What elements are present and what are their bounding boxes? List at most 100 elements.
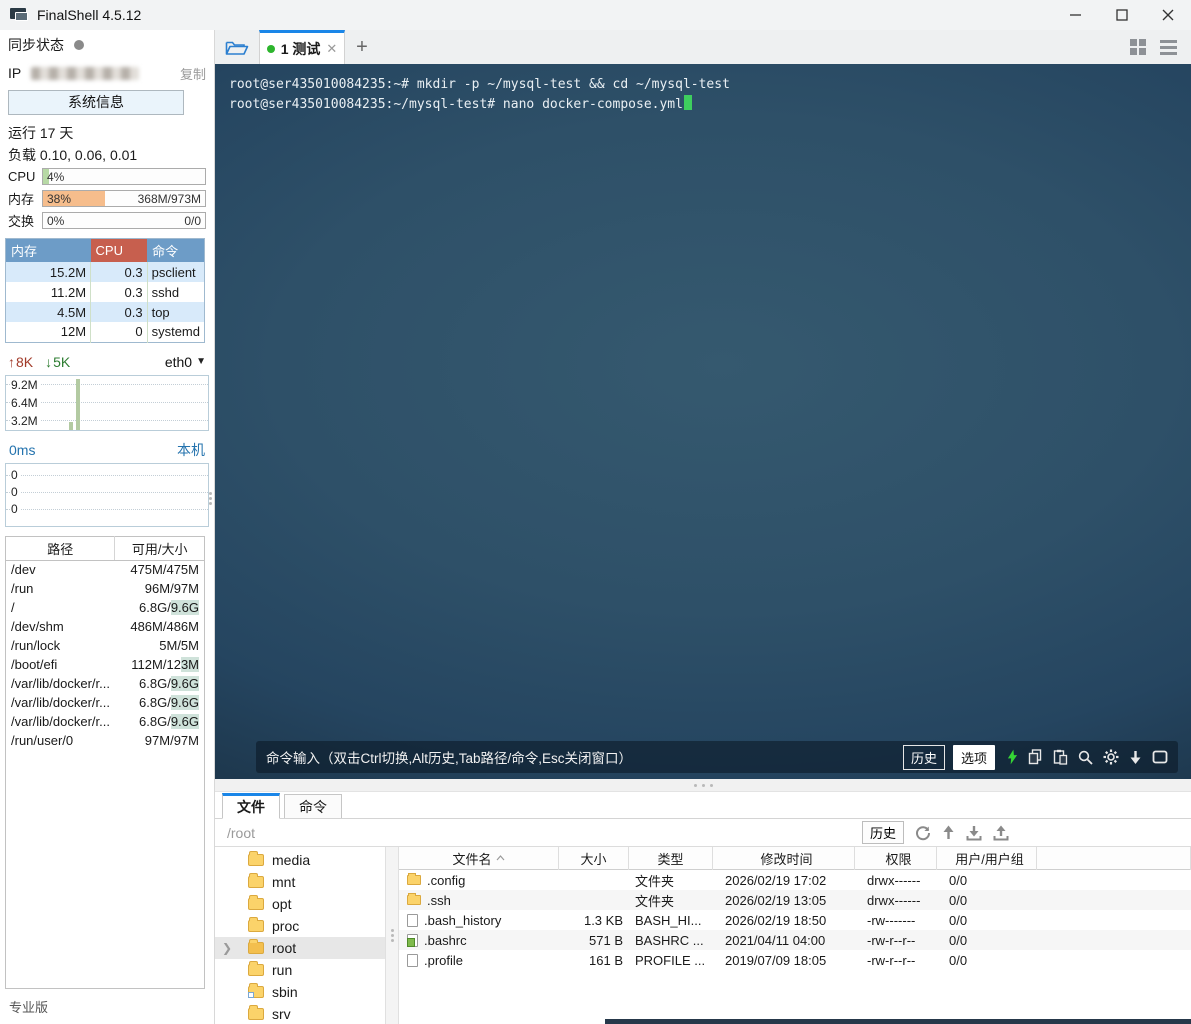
minimize-button[interactable] bbox=[1053, 0, 1099, 30]
command-input-bar[interactable]: 命令输入（双击Ctrl切换,Alt历史,Tab路径/命令,Esc关闭窗口） 历史… bbox=[256, 741, 1178, 773]
options-button[interactable]: 选项 bbox=[953, 745, 995, 770]
disk-row[interactable]: /6.8G/9.6G bbox=[6, 598, 205, 617]
window-mode-icon[interactable] bbox=[1152, 750, 1168, 764]
open-connections-button[interactable] bbox=[215, 30, 259, 64]
file-row-config[interactable]: .config 文件夹 2026/02/19 17:02 drwx------ … bbox=[399, 870, 1191, 890]
directory-tree: media mnt opt proc ❯root run sbin srv bbox=[215, 847, 385, 1024]
col-size[interactable]: 大小 bbox=[559, 847, 629, 870]
close-button[interactable] bbox=[1145, 0, 1191, 30]
parent-directory-icon[interactable] bbox=[942, 825, 955, 841]
copy-ip-button[interactable]: 复制 bbox=[180, 64, 206, 83]
process-row[interactable]: 11.2M0.3sshd bbox=[6, 282, 205, 302]
disk-row[interactable]: /run/lock5M/5M bbox=[6, 636, 205, 655]
chevron-right-icon[interactable]: ❯ bbox=[222, 941, 232, 955]
copy-icon[interactable] bbox=[1028, 749, 1043, 765]
ping-host[interactable]: 本机 bbox=[177, 440, 205, 460]
file-icon bbox=[407, 954, 418, 967]
tab-session-1[interactable]: 1 测试 ✕ bbox=[259, 30, 345, 64]
col-mtime[interactable]: 修改时间 bbox=[713, 847, 855, 870]
disk-row[interactable]: /boot/efi112M/123M bbox=[6, 655, 205, 674]
tree-item-proc[interactable]: proc bbox=[215, 915, 385, 937]
disk-row[interactable]: /run/user/097M/97M bbox=[6, 731, 205, 750]
tree-table-splitter-handle[interactable] bbox=[385, 847, 399, 1024]
process-row[interactable]: 4.5M0.3top bbox=[6, 302, 205, 322]
search-icon[interactable] bbox=[1078, 750, 1093, 765]
file-row-bashrc[interactable]: .bashrc 571 B BASHRC ... 2021/04/11 04:0… bbox=[399, 930, 1191, 950]
download-icon[interactable] bbox=[966, 825, 982, 841]
file-path-bar: /root 历史 bbox=[215, 819, 1191, 847]
load-average-text: 负载 0.10, 0.06, 0.01 bbox=[8, 145, 137, 165]
terminal-output: root@ser435010084235:~# mkdir -p ~/mysql… bbox=[229, 75, 730, 115]
chevron-down-icon[interactable]: ▼ bbox=[196, 356, 206, 367]
file-row-ssh[interactable]: .ssh 文件夹 2026/02/19 13:05 drwx------ 0/0 bbox=[399, 890, 1191, 910]
disk-row[interactable]: /run96M/97M bbox=[6, 579, 205, 598]
col-filename[interactable]: 文件名 bbox=[399, 847, 559, 870]
tree-item-opt[interactable]: opt bbox=[215, 893, 385, 915]
folder-icon bbox=[248, 964, 264, 976]
quick-command-icon[interactable] bbox=[1007, 749, 1018, 765]
file-table-header: 文件名 大小 类型 修改时间 权限 用户/用户组 bbox=[399, 847, 1191, 870]
system-info-button[interactable]: 系统信息 bbox=[8, 90, 184, 115]
ping-chart: 0 0 0 bbox=[5, 463, 209, 527]
ping-latency: 0ms bbox=[9, 442, 35, 458]
memory-meter: 内存 38% 368M/973M bbox=[0, 187, 214, 209]
refresh-icon[interactable] bbox=[915, 825, 931, 841]
ip-value-redacted bbox=[31, 67, 139, 80]
disk-row[interactable]: /dev475M/475M bbox=[6, 560, 205, 579]
paste-icon[interactable] bbox=[1053, 749, 1068, 765]
tree-item-sbin[interactable]: sbin bbox=[215, 981, 385, 1003]
file-row-profile[interactable]: .profile 161 B PROFILE ... 2019/07/09 18… bbox=[399, 950, 1191, 970]
disk-row[interactable]: /dev/shm486M/486M bbox=[6, 617, 205, 636]
tree-item-srv[interactable]: srv bbox=[215, 1003, 385, 1024]
folder-icon bbox=[248, 898, 264, 910]
app-icon bbox=[10, 8, 28, 22]
file-row-bash-history[interactable]: .bash_history 1.3 KB BASH_HI... 2026/02/… bbox=[399, 910, 1191, 930]
col-owner[interactable]: 用户/用户组 bbox=[937, 847, 1037, 870]
panel-splitter-handle[interactable] bbox=[215, 779, 1191, 792]
open-folder-icon bbox=[248, 942, 264, 954]
layout-grid-icon[interactable] bbox=[1130, 39, 1146, 55]
process-table: 内存 CPU 命令 15.2M0.3psclient 11.2M0.3sshd … bbox=[5, 238, 205, 343]
process-col-command[interactable]: 命令 bbox=[147, 239, 204, 263]
process-row[interactable]: 15.2M0.3psclient bbox=[6, 262, 205, 282]
bottom-panel-tabs: 文件 命令 bbox=[215, 792, 1191, 819]
upload-icon[interactable] bbox=[993, 825, 1009, 841]
tree-item-media[interactable]: media bbox=[215, 849, 385, 871]
window-bottom-edge bbox=[605, 1019, 1191, 1024]
tab-files[interactable]: 文件 bbox=[222, 793, 280, 819]
script-file-icon bbox=[407, 934, 418, 947]
session-tab-bar: 1 测试 ✕ + bbox=[215, 30, 1191, 64]
disk-col-path[interactable]: 路径 bbox=[6, 536, 115, 560]
disk-row[interactable]: /var/lib/docker/r...6.8G/9.6G bbox=[6, 693, 205, 712]
path-history-button[interactable]: 历史 bbox=[862, 821, 904, 844]
tree-item-run[interactable]: run bbox=[215, 959, 385, 981]
new-tab-button[interactable]: + bbox=[345, 30, 379, 64]
disk-row[interactable]: /var/lib/docker/r...6.8G/9.6G bbox=[6, 712, 205, 731]
menu-icon[interactable] bbox=[1160, 37, 1177, 58]
process-col-memory[interactable]: 内存 bbox=[6, 239, 91, 263]
col-perm[interactable]: 权限 bbox=[855, 847, 937, 870]
folder-icon bbox=[407, 895, 421, 905]
gear-icon[interactable] bbox=[1103, 749, 1119, 765]
close-tab-icon[interactable]: ✕ bbox=[326, 41, 337, 57]
disk-row[interactable]: /var/lib/docker/r...6.8G/9.6G bbox=[6, 674, 205, 693]
path-input[interactable]: /root bbox=[227, 825, 255, 841]
process-row[interactable]: 12M0systemd bbox=[6, 322, 205, 342]
tree-item-mnt[interactable]: mnt bbox=[215, 871, 385, 893]
file-table: 文件名 大小 类型 修改时间 权限 用户/用户组 .config 文件夹 202… bbox=[399, 847, 1191, 1024]
terminal-view[interactable]: root@ser435010084235:~# mkdir -p ~/mysql… bbox=[215, 64, 1191, 779]
disk-col-size[interactable]: 可用/大小 bbox=[115, 536, 205, 560]
tab-commands[interactable]: 命令 bbox=[284, 794, 342, 818]
interface-selector[interactable]: eth0 bbox=[165, 354, 192, 370]
sidebar-splitter-handle[interactable] bbox=[208, 490, 213, 507]
process-col-cpu[interactable]: CPU bbox=[91, 239, 148, 263]
tree-item-root-selected[interactable]: ❯root bbox=[215, 937, 385, 959]
traffic-spike bbox=[76, 379, 80, 430]
col-type[interactable]: 类型 bbox=[629, 847, 713, 870]
maximize-button[interactable] bbox=[1099, 0, 1145, 30]
window-title: FinalShell 4.5.12 bbox=[37, 7, 141, 23]
swap-meter: 交换 0% 0/0 bbox=[0, 209, 214, 231]
download-rate: 5K bbox=[53, 354, 70, 370]
scroll-down-icon[interactable] bbox=[1129, 750, 1142, 765]
history-button[interactable]: 历史 bbox=[903, 745, 945, 770]
